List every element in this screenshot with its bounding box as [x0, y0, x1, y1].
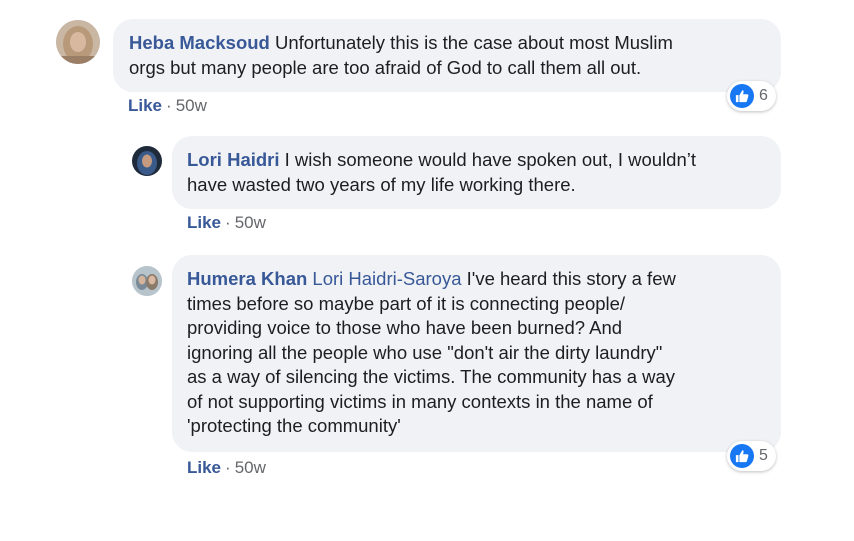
- like-button[interactable]: Like: [128, 96, 162, 115]
- comment-bubble: Humera Khan Lori Haidri-Saroya I've hear…: [172, 255, 781, 452]
- like-button[interactable]: Like: [187, 213, 221, 232]
- timestamp[interactable]: 50w: [235, 213, 266, 232]
- comment-text-line: of not supporting victims in many contex…: [187, 390, 653, 412]
- reaction-summary[interactable]: 6: [727, 81, 776, 111]
- comment-text-line: as a way of silencing the victims. The c…: [187, 366, 676, 387]
- comment-actions: Like · 50w: [187, 458, 266, 478]
- comment-author[interactable]: Humera Khan: [187, 268, 307, 289]
- comment-text-line: Unfortunately this is the case about mos…: [275, 32, 673, 53]
- comment-actions: Like · 50w: [187, 213, 266, 233]
- reaction-count: 5: [759, 447, 768, 464]
- comment-text-line: ignoring all the people who use "don't a…: [187, 341, 663, 363]
- comment-author[interactable]: Heba Macksoud: [129, 32, 270, 53]
- mention-link[interactable]: Lori Haidri-Saroya: [312, 268, 461, 289]
- comment-bubble: Lori Haidri I wish someone would have sp…: [172, 136, 781, 209]
- separator: ·: [225, 458, 231, 477]
- separator: ·: [225, 213, 231, 232]
- thumbs-up-icon: [730, 84, 754, 108]
- like-button[interactable]: Like: [187, 458, 221, 477]
- reaction-summary[interactable]: 5: [727, 441, 776, 471]
- separator: ·: [166, 96, 172, 115]
- comment-text-line: providing voice to those who have been b…: [187, 317, 623, 338]
- comment-text-line: times before so maybe part of it is conn…: [187, 292, 626, 314]
- timestamp[interactable]: 50w: [176, 96, 207, 115]
- comment-author[interactable]: Lori Haidri: [187, 149, 280, 170]
- comment-text-line: have wasted two years of my life working…: [187, 173, 576, 195]
- reaction-count: 6: [759, 87, 768, 104]
- comment-text-line: 'protecting the community': [187, 415, 401, 436]
- timestamp[interactable]: 50w: [235, 458, 266, 477]
- comment-thread: Heba Macksoud Unfortunately this is the …: [0, 0, 854, 541]
- comment-text-line: orgs but many people are too afraid of G…: [129, 56, 642, 78]
- comment-text-line: I wish someone would have spoken out, I …: [284, 149, 697, 170]
- avatar[interactable]: [132, 266, 162, 296]
- comment-actions: Like · 50w: [128, 96, 207, 116]
- avatar[interactable]: [56, 20, 100, 64]
- comment-text-line: I've heard this story a few: [466, 268, 676, 289]
- avatar[interactable]: [132, 146, 162, 176]
- comment-bubble: Heba Macksoud Unfortunately this is the …: [113, 19, 781, 92]
- thumbs-up-icon: [730, 444, 754, 468]
